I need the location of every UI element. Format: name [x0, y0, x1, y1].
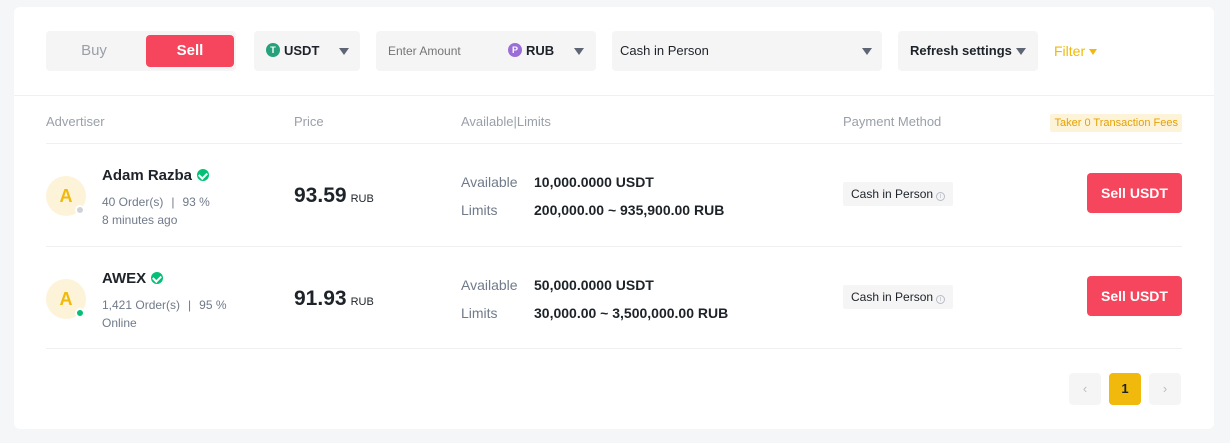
online-status: Online: [102, 316, 137, 330]
prev-page-button[interactable]: ‹: [1069, 373, 1101, 405]
table-row: A AWEX 1,421 Order(s) | 95 % Online 91.93 R…: [46, 246, 1182, 348]
completion-rate: 95 %: [199, 298, 227, 312]
divider: [14, 95, 1214, 96]
table-row: A Adam Razba 40 Order(s) | 93 % 8 minutes …: [46, 143, 1182, 245]
price-currency: RUB: [350, 296, 374, 308]
sell-usdt-button[interactable]: Sell USDT: [1087, 173, 1182, 213]
chevron-down-icon: [339, 48, 349, 55]
advertiser-name[interactable]: AWEX: [102, 270, 164, 287]
payment-method-text: Cash in Person: [851, 290, 934, 304]
header-advertiser: Advertiser: [46, 114, 105, 129]
completion-rate: 93 %: [182, 195, 210, 209]
asset-select[interactable]: T USDT: [254, 31, 360, 71]
payment-method-text: Cash in Person: [851, 187, 934, 201]
verified-check-icon: [197, 169, 210, 181]
status-dot: [75, 205, 85, 215]
payment-select[interactable]: Cash in Person: [612, 31, 882, 71]
available-label: Available: [461, 174, 518, 190]
stats-separator: |: [171, 195, 175, 209]
amount-currency[interactable]: RUB: [526, 31, 554, 71]
refresh-settings-label: Refresh settings: [910, 43, 1012, 58]
stats-separator: |: [188, 298, 192, 312]
amount-input-wrapper: P RUB: [376, 31, 596, 71]
filter-button[interactable]: Filter: [1054, 31, 1098, 71]
payment-method-tag: Cash in Person i: [843, 285, 954, 309]
filter-bar: Buy Sell T USDT P RUB Cash in Person Ref…: [46, 31, 1196, 71]
header-available-limits: Available|Limits: [461, 114, 551, 129]
usdt-coin-icon: T: [266, 43, 280, 57]
limits-label: Limits: [461, 202, 498, 218]
advertiser-stats: 1,421 Order(s) | 95 %: [102, 298, 227, 312]
table-header: Advertiser Price Available|Limits Paymen…: [46, 111, 1182, 135]
available-value: 50,000.0000 USDT: [534, 277, 654, 293]
header-payment-method: Payment Method: [843, 114, 942, 129]
chevron-down-icon[interactable]: [574, 48, 584, 55]
price-value: 93.59: [294, 184, 347, 207]
refresh-settings-select[interactable]: Refresh settings: [898, 31, 1038, 71]
asset-select-value: USDT: [284, 43, 320, 58]
info-icon[interactable]: i: [936, 295, 946, 304]
limits-value: 200,000.00 ~ 935,900.00 RUB: [534, 202, 725, 218]
available-value: 10,000.0000 USDT: [534, 174, 654, 190]
rub-currency-icon: P: [508, 43, 522, 57]
price-value: 91.93: [294, 287, 347, 310]
sell-tab[interactable]: Sell: [146, 35, 234, 67]
caret-down-icon: [1089, 49, 1098, 56]
order-count: 1,421 Order(s): [102, 298, 181, 312]
p2p-card: Buy Sell T USDT P RUB Cash in Person Ref…: [14, 7, 1214, 429]
limits-value: 30,000.00 ~ 3,500,000.00 RUB: [534, 305, 729, 321]
advertiser-name-text: AWEX: [102, 270, 147, 287]
advertiser-name[interactable]: Adam Razba: [102, 167, 210, 184]
advertiser-stats: 40 Order(s) | 93 %: [102, 195, 210, 209]
filter-label: Filter: [1054, 43, 1086, 59]
next-page-button[interactable]: ›: [1149, 373, 1181, 405]
buy-sell-toggle: Buy Sell: [46, 31, 236, 71]
info-icon[interactable]: i: [936, 192, 946, 201]
verified-check-icon: [151, 272, 164, 284]
header-price: Price: [294, 114, 324, 129]
page-1-button[interactable]: 1: [1109, 373, 1141, 405]
chevron-down-icon: [1016, 48, 1026, 55]
last-seen: 8 minutes ago: [102, 213, 178, 227]
chevron-down-icon: [862, 48, 872, 55]
taker-fee-badge: Taker 0 Transaction Fees: [1050, 114, 1182, 132]
payment-select-value: Cash in Person: [620, 43, 709, 58]
amount-input[interactable]: [388, 31, 498, 71]
available-label: Available: [461, 277, 518, 293]
advertiser-name-text: Adam Razba: [102, 167, 193, 184]
online-status-dot: [75, 308, 85, 318]
price: 91.93 RUB: [294, 287, 374, 311]
buy-tab[interactable]: Buy: [46, 31, 142, 71]
order-count: 40 Order(s): [102, 195, 164, 209]
price: 93.59 RUB: [294, 184, 374, 208]
divider: [46, 348, 1182, 349]
price-currency: RUB: [350, 193, 374, 205]
sell-usdt-button[interactable]: Sell USDT: [1087, 276, 1182, 316]
payment-method-tag: Cash in Person i: [843, 182, 954, 206]
limits-label: Limits: [461, 305, 498, 321]
